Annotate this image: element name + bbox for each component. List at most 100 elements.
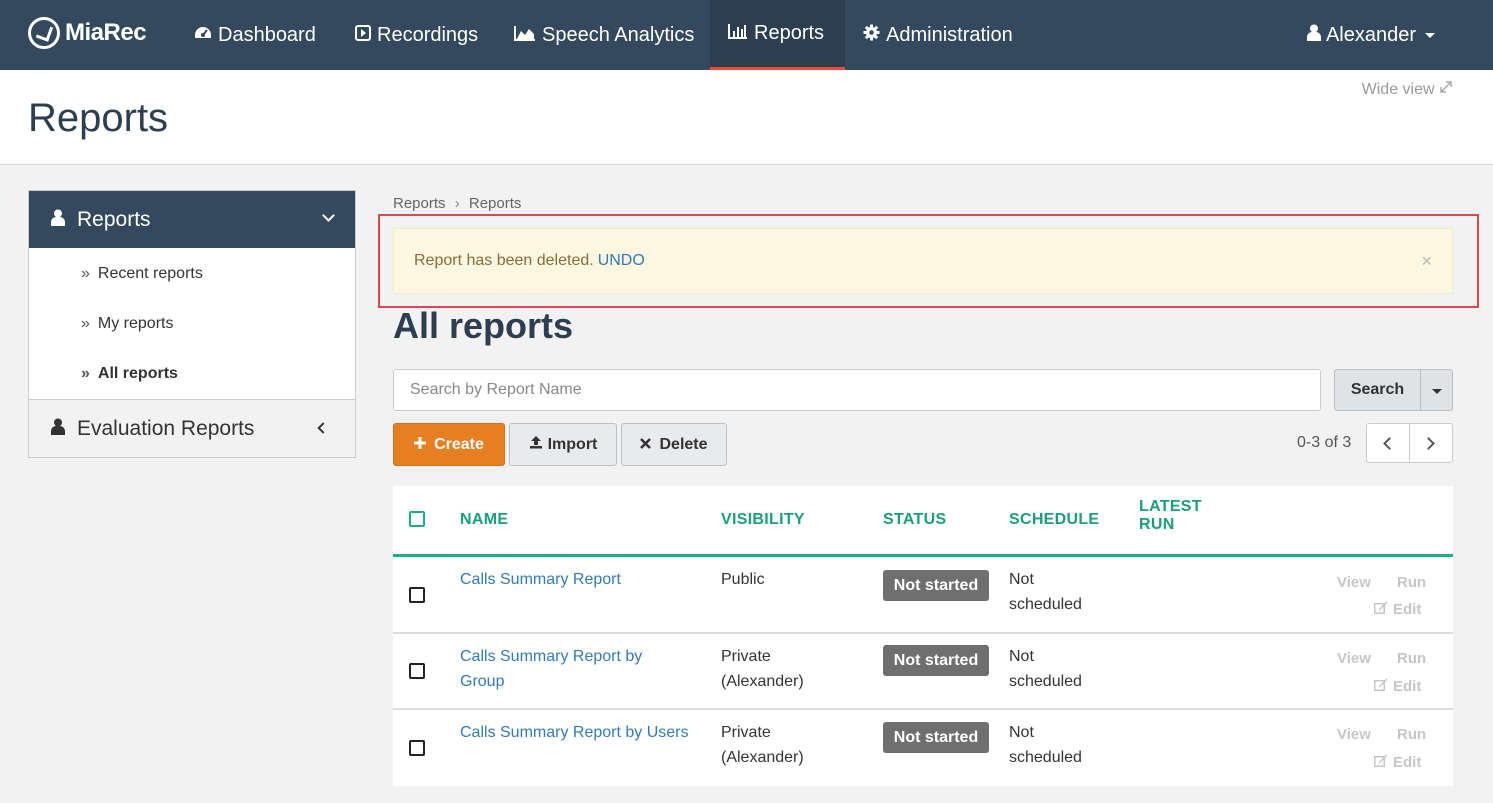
- reports-table: NAME VISIBILITY STATUS SCHEDULE LATEST R…: [393, 486, 1453, 786]
- nav-recordings[interactable]: Recordings: [337, 0, 496, 70]
- nav-speech-analytics[interactable]: Speech Analytics: [496, 0, 712, 70]
- nav-dashboard[interactable]: Dashboard: [176, 0, 334, 70]
- schedule-line1: Not: [1009, 724, 1034, 741]
- upload-icon: [529, 435, 543, 454]
- sidebar-item-label: My reports: [97, 315, 174, 332]
- user-menu[interactable]: Alexander: [1306, 0, 1435, 70]
- brand-name: MiaRec: [65, 19, 147, 46]
- visibility-cell: Private (Alexander): [721, 644, 804, 694]
- visibility-cell: Public: [721, 567, 765, 592]
- delete-label: Delete: [659, 435, 708, 453]
- sidebar-section-evaluation-reports[interactable]: Evaluation Reports: [29, 399, 355, 457]
- column-header-latest-run[interactable]: LATEST RUN: [1139, 498, 1202, 534]
- expand-icon: [1439, 81, 1453, 98]
- sidebar: Reports » Recent reports » My reports » …: [28, 190, 356, 458]
- visibility-line2: (Alexander): [721, 749, 804, 766]
- view-action[interactable]: View: [1337, 726, 1371, 743]
- edit-label: Edit: [1393, 754, 1422, 771]
- nav-administration-label: Administration: [886, 23, 1013, 46]
- dashboard-icon: [194, 25, 212, 46]
- edit-label: Edit: [1393, 678, 1422, 695]
- chevron-left-icon: [1383, 437, 1396, 450]
- page-header: Reports Wide view: [0, 70, 1493, 165]
- next-page-button[interactable]: [1409, 423, 1453, 463]
- user-icon: [51, 209, 65, 231]
- chevron-right-icon: [1422, 437, 1435, 450]
- column-header-status[interactable]: STATUS: [883, 511, 946, 529]
- nav-reports-label: Reports: [754, 22, 825, 44]
- search-options-dropdown[interactable]: [1420, 369, 1453, 411]
- top-navbar: MiaRec Dashboard Recordings Speech Analy…: [0, 0, 1493, 70]
- double-chevron-icon: »: [81, 365, 90, 382]
- status-badge: Not started: [883, 722, 989, 753]
- schedule-cell: Not scheduled: [1009, 644, 1082, 694]
- caret-down-icon: [1432, 389, 1442, 394]
- play-icon: [355, 24, 371, 46]
- report-name-link[interactable]: Calls Summary Report by Users: [460, 720, 720, 745]
- column-header-visibility[interactable]: VISIBILITY: [721, 511, 805, 529]
- select-all-checkbox[interactable]: [409, 511, 425, 527]
- gear-icon: [863, 24, 880, 46]
- schedule-line2: scheduled: [1009, 596, 1082, 613]
- import-button[interactable]: Import: [509, 423, 617, 466]
- nav-administration[interactable]: Administration: [845, 0, 1031, 70]
- report-name-link[interactable]: Calls Summary Report by Group: [460, 644, 710, 694]
- breadcrumb-item[interactable]: Reports: [393, 195, 446, 212]
- sidebar-section-label: Reports: [77, 207, 151, 231]
- column-header-schedule[interactable]: SCHEDULE: [1009, 511, 1099, 529]
- create-label: Create: [434, 435, 484, 453]
- sidebar-item-my-reports[interactable]: » My reports: [29, 299, 355, 349]
- row-checkbox[interactable]: [409, 587, 425, 603]
- run-action[interactable]: Run: [1397, 574, 1426, 591]
- report-name-line2: Group: [460, 673, 505, 690]
- area-chart-icon: [514, 25, 536, 46]
- visibility-cell: Private (Alexander): [721, 720, 804, 770]
- run-action[interactable]: Run: [1397, 650, 1426, 667]
- edit-action[interactable]: Edit: [1374, 678, 1421, 695]
- status-badge: Not started: [883, 570, 989, 601]
- nav-reports[interactable]: Reports: [710, 0, 845, 70]
- table-row: Calls Summary Report by Group Private (A…: [393, 634, 1453, 710]
- search-input[interactable]: [393, 369, 1321, 411]
- row-checkbox[interactable]: [409, 740, 425, 756]
- user-icon: [1306, 24, 1321, 47]
- caret-down-icon: [1425, 32, 1435, 38]
- column-header-name[interactable]: NAME: [460, 511, 508, 529]
- wide-view-label: Wide view: [1361, 81, 1435, 98]
- page-title: Reports: [28, 96, 169, 140]
- undo-link[interactable]: UNDO: [598, 252, 645, 270]
- sidebar-item-recent-reports[interactable]: » Recent reports: [29, 249, 355, 299]
- view-action[interactable]: View: [1337, 650, 1371, 667]
- report-name-line1: Calls Summary Report by: [460, 648, 643, 665]
- visibility-line1: Private: [721, 648, 771, 665]
- brand-logo[interactable]: MiaRec: [28, 14, 147, 52]
- report-name-link[interactable]: Calls Summary Report: [460, 567, 710, 592]
- table-row: Calls Summary Report by Users Private (A…: [393, 710, 1453, 786]
- bar-chart-icon: [728, 23, 748, 44]
- wide-view-link[interactable]: Wide view: [1362, 80, 1453, 99]
- delete-button[interactable]: Delete: [621, 423, 727, 466]
- sidebar-section-label: Evaluation Reports: [77, 416, 255, 440]
- sidebar-section-reports[interactable]: Reports: [29, 191, 355, 248]
- schedule-cell: Not scheduled: [1009, 720, 1082, 770]
- close-icon[interactable]: ×: [1421, 251, 1432, 272]
- prev-page-button[interactable]: [1366, 423, 1410, 463]
- report-name-line1: Calls Summary Report by Users: [460, 724, 689, 741]
- search-button[interactable]: Search: [1334, 369, 1421, 411]
- visibility-line1: Public: [721, 571, 765, 588]
- nav-dashboard-label: Dashboard: [218, 23, 316, 46]
- nav-recordings-label: Recordings: [377, 23, 479, 46]
- status-badge: Not started: [883, 645, 989, 676]
- run-action[interactable]: Run: [1397, 726, 1426, 743]
- row-checkbox[interactable]: [409, 663, 425, 679]
- import-label: Import: [547, 435, 598, 453]
- edit-action[interactable]: Edit: [1374, 601, 1421, 618]
- sidebar-item-all-reports[interactable]: » All reports: [29, 349, 355, 399]
- create-button[interactable]: Create: [393, 423, 505, 466]
- table-row: Calls Summary Report Public Not started …: [393, 558, 1453, 634]
- times-icon: [640, 436, 652, 454]
- visibility-line2: (Alexander): [721, 673, 804, 690]
- column-header-latest-run-line1: LATEST: [1139, 498, 1202, 515]
- edit-action[interactable]: Edit: [1374, 754, 1421, 771]
- view-action[interactable]: View: [1337, 574, 1371, 591]
